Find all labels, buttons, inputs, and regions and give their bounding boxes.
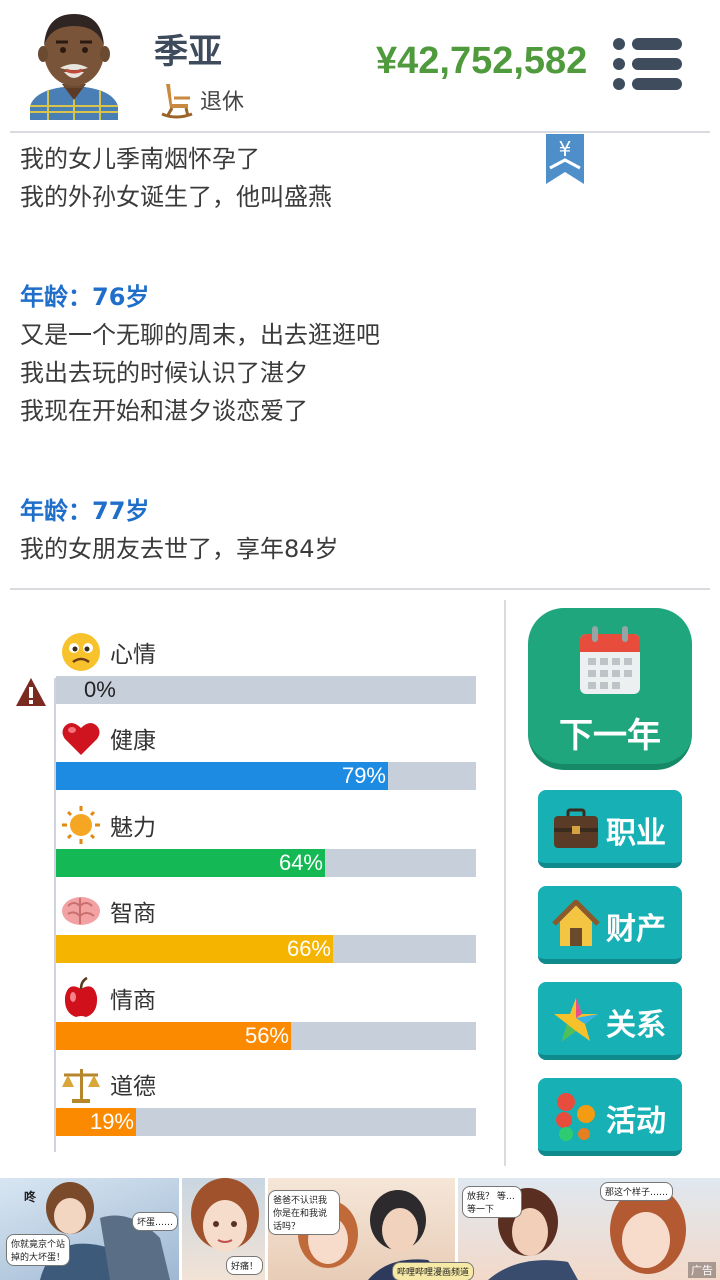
log-line: 我的女朋友去世了，享年84岁 (20, 535, 339, 563)
divider (10, 588, 710, 590)
next-year-button[interactable]: 下一年 (528, 608, 692, 770)
money-balance: ¥42,752,582 (376, 40, 588, 82)
stat-name: 魅力 (110, 814, 156, 841)
next-year-label: 下一年 (559, 716, 661, 756)
log-line: 我现在开始和湛夕谈恋爱了 (20, 397, 308, 425)
stat-bar: 19% (56, 1108, 476, 1136)
ad-bubble-text: 坏蛋…… (132, 1212, 179, 1231)
stat-bar: 66% (56, 935, 476, 964)
career-label: 职业 (606, 816, 666, 851)
ad-banner[interactable]: 咚 你就竟京个站 掉的大坏蛋！ 坏蛋…… 好痛！ 爸爸不认识我 你是在和我说 话… (0, 1178, 720, 1280)
stat-value: 0% (84, 677, 116, 702)
stat-label-3: 智商 (60, 889, 156, 933)
stat-name: 道德 (110, 1074, 156, 1100)
status-label: 退休 (200, 90, 245, 115)
bookmark-symbol: ¥ (559, 137, 572, 161)
ad-bubble-text: 哔哩哔哩漫画频道 (392, 1262, 475, 1280)
stat-label-5: 道德 (60, 1062, 156, 1106)
relations-button[interactable]: 关系 (538, 982, 682, 1060)
ad-bubble-text: 那这个样子…… (600, 1182, 674, 1201)
sad-face-icon (62, 633, 100, 671)
log-line: 我的外孙女诞生了，他叫盛燕 (20, 183, 332, 211)
relations-label: 关系 (606, 1008, 666, 1043)
stat-name: 智商 (110, 901, 156, 928)
log-age-heading: 年龄：77岁 (20, 497, 150, 525)
log-line: 我的女儿季南烟怀孕了 (20, 145, 260, 173)
stat-name: 情商 (110, 987, 156, 1014)
stat-bar: 56% (56, 1021, 476, 1050)
stat-label-4: 情商 (60, 976, 156, 1020)
property-label: 财产 (606, 912, 666, 947)
ad-bubble-text: 咚 (24, 1190, 37, 1204)
activity-dots-icon (556, 1093, 595, 1141)
ad-bubble-text: 你就竟京个站 掉的大坏蛋！ (6, 1234, 70, 1266)
menu-icon[interactable] (612, 36, 684, 92)
log-line: 我出去玩的时候认识了湛夕 (20, 359, 308, 387)
brain-icon (62, 897, 100, 926)
star-icon (554, 998, 598, 1041)
stat-value: 79% (341, 763, 386, 789)
activities-button[interactable]: 活动 (538, 1078, 682, 1156)
log-age-heading: 年龄：76岁 (20, 283, 150, 311)
house-icon (552, 900, 600, 946)
stat-label-2: 魅力 (60, 803, 156, 847)
stats-axis-line (54, 678, 56, 1152)
stat-value: 19% (89, 1109, 134, 1134)
top-bar: 季亚 退休 ¥42,752,582 (0, 0, 720, 132)
vertical-divider (504, 600, 506, 1166)
status: 退休 (160, 80, 244, 120)
stat-bar: 79% (56, 762, 476, 791)
character-name: 季亚 (154, 32, 222, 72)
stat-label-1: 健康 (60, 716, 156, 760)
scale-icon (62, 1069, 100, 1103)
money-bookmark-icon[interactable]: ¥ (546, 134, 584, 184)
stat-name: 心情 (110, 642, 156, 668)
apple-icon (64, 976, 98, 1017)
stat-value: 66% (286, 936, 331, 962)
stat-bar: 64% (56, 848, 476, 877)
stat-bar: 0% (56, 676, 476, 704)
property-button[interactable]: 财产 (538, 886, 682, 964)
log-line: 又是一个无聊的周末，出去逛逛吧 (20, 321, 380, 349)
rocking-chair-icon (161, 84, 193, 119)
event-log[interactable]: 我的女儿季南烟怀孕了 我的外孙女诞生了，他叫盛燕 年龄：76岁 又是一个无聊的周… (20, 140, 540, 580)
stat-value: 56% (244, 1022, 289, 1048)
briefcase-icon (554, 808, 598, 848)
stat-name: 健康 (110, 728, 156, 755)
stat-value: 64% (278, 849, 323, 875)
stat-bar-fill (56, 762, 388, 791)
attribute-panel: 心情 0% 健康 79% 魅力 64% 智商 66% 情商 56% 道德 19% (0, 600, 500, 1160)
ad-bubble-text: 爸爸不认识我 你是在和我说 话吗？ (268, 1190, 340, 1235)
activities-label: 活动 (606, 1104, 666, 1139)
stat-label-0: 心情 (60, 630, 156, 674)
calendar-icon (580, 626, 640, 694)
ad-bubble-text: 放我？ 等…等一下 (462, 1186, 522, 1218)
heart-icon (62, 723, 100, 756)
career-button[interactable]: 职业 (538, 790, 682, 868)
avatar[interactable] (26, 8, 122, 120)
ad-bubble-text: 好痛！ (226, 1256, 264, 1275)
ad-label: 广告 (688, 1262, 716, 1278)
divider (10, 131, 710, 133)
sun-icon (62, 805, 100, 844)
